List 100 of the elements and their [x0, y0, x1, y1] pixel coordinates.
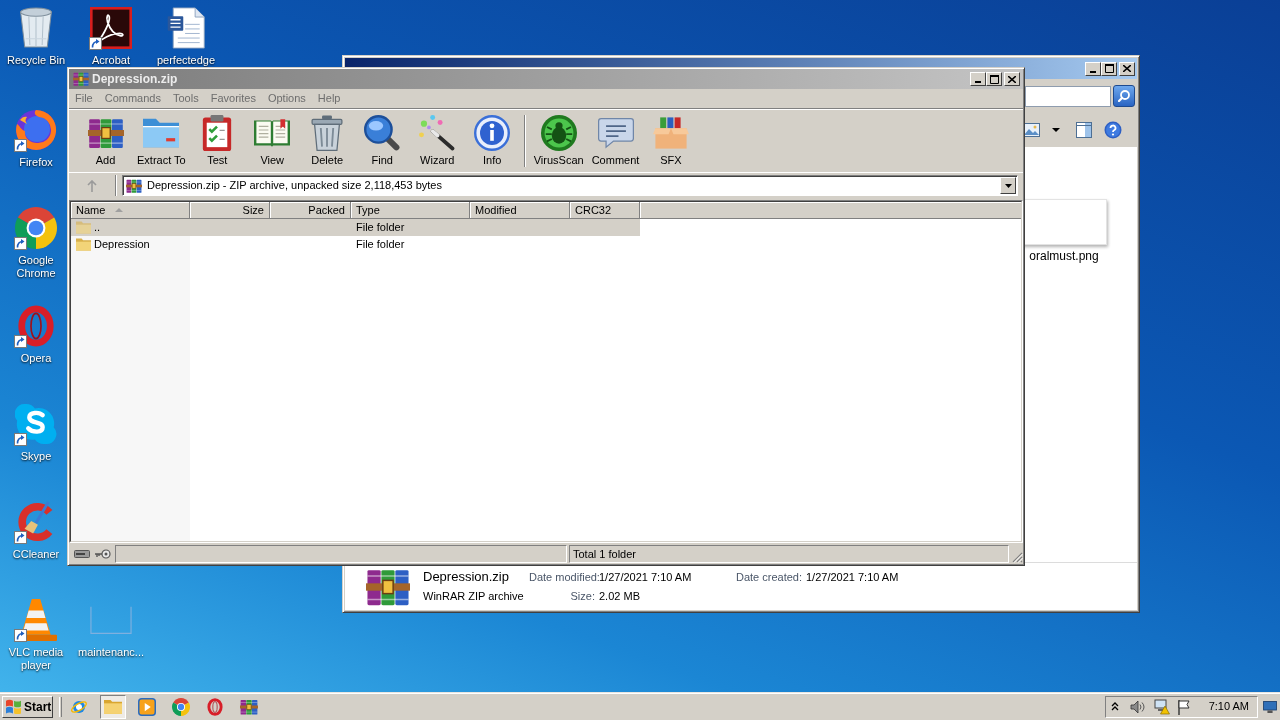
close-button[interactable]: [1004, 72, 1020, 86]
toolbar-button[interactable]: Delete: [299, 110, 355, 170]
toolbar-button[interactable]: SFX: [643, 110, 699, 170]
detail-value: 2.02 MB: [599, 589, 641, 603]
desktop-icon-label[interactable]: Google Chrome: [6, 254, 66, 280]
detail-value: 1/27/2021 7:10 AM: [806, 570, 900, 584]
column-header[interactable]: Name: [71, 202, 190, 219]
resize-grip-icon[interactable]: [1012, 552, 1023, 563]
column-header[interactable]: Type: [351, 202, 470, 219]
ring-icon[interactable]: [15, 305, 57, 347]
minimize-button[interactable]: [970, 72, 986, 86]
info-icon: [474, 115, 511, 151]
column-header[interactable]: Packed: [270, 202, 351, 219]
desktop-icon-label[interactable]: perfectedge: [156, 54, 216, 67]
close-icon: [1123, 65, 1131, 72]
drive-icon: [74, 550, 90, 558]
maximize-icon: [1104, 64, 1114, 73]
toolbar-button[interactable]: Test: [189, 110, 245, 170]
shortcut-arrow-icon: [14, 531, 27, 544]
file-row[interactable]: Depression File folder: [71, 236, 640, 253]
segmented-circle-icon: [172, 697, 190, 716]
up-arrow-icon: [87, 179, 97, 192]
play-icon: [138, 697, 156, 716]
shortcut-arrow-icon: [89, 37, 102, 50]
swoosh-logo-icon[interactable]: [90, 7, 132, 49]
folder-icon: [104, 697, 122, 716]
speech-bubble-icon: [597, 115, 634, 151]
toolbar-button[interactable]: View: [244, 110, 300, 170]
clock[interactable]: 7:10 AM: [1208, 698, 1249, 715]
close-button[interactable]: [1119, 61, 1135, 76]
search-icon: [1118, 90, 1130, 102]
toolbar-button[interactable]: Extract To: [133, 110, 190, 170]
shortcut-arrow-icon: [14, 139, 27, 152]
magic-wand-icon: [419, 115, 456, 151]
minimize-icon: [1090, 70, 1096, 73]
desktop-icon-label[interactable]: Acrobat: [92, 54, 130, 67]
menu-item[interactable]: Tools: [173, 89, 199, 107]
file-name: ..: [94, 220, 101, 236]
minimize-button[interactable]: [1085, 61, 1101, 76]
toolbar-button[interactable]: Info: [464, 110, 520, 170]
menu-item[interactable]: Options: [267, 89, 306, 107]
status-text: Total 1 folder: [569, 545, 1009, 563]
detail-label: Date created:: [736, 570, 802, 584]
search-field[interactable]: [1025, 85, 1111, 107]
book-stack-icon: [126, 178, 142, 193]
file-name: Depression.zip: [423, 569, 510, 585]
column-header[interactable]: CRC32: [570, 202, 640, 219]
maximize-button[interactable]: [1101, 61, 1117, 76]
start-button[interactable]: Start: [2, 695, 53, 718]
document-icon[interactable]: [165, 7, 207, 49]
search-button[interactable]: [1113, 85, 1135, 107]
segmented-circle-icon[interactable]: [15, 207, 57, 249]
book-stack-icon: [366, 567, 410, 606]
menu-item[interactable]: Favorites: [210, 89, 256, 107]
caret-icon[interactable]: [1052, 128, 1060, 132]
desktop-icon-label[interactable]: Opera: [20, 352, 52, 365]
search-icon: [364, 115, 401, 151]
shortcut-arrow-icon: [14, 433, 27, 446]
maximize-button[interactable]: [986, 72, 1002, 86]
flag-logo-icon: [6, 699, 21, 714]
preview-pane-icon[interactable]: [1076, 122, 1092, 138]
bug-icon: [540, 115, 577, 151]
toolbar-button[interactable]: VirusScan: [529, 110, 588, 170]
caret-icon: [1004, 183, 1012, 188]
file-row[interactable]: .. File folder: [71, 219, 640, 236]
trash-can-icon: [309, 115, 346, 151]
folder-icon: [76, 221, 91, 234]
taskbar-button[interactable]: [100, 694, 126, 719]
ring-icon: [206, 697, 224, 716]
cloud-logo-icon[interactable]: [15, 403, 57, 445]
column-header[interactable]: Size: [190, 202, 270, 219]
toolbar-button[interactable]: Find: [354, 110, 410, 170]
address-combo[interactable]: Depression.zip - ZIP archive, unpacked size 2,118,453 bytes: [122, 175, 1018, 196]
folder-icon: [76, 238, 91, 251]
help-icon[interactable]: [1104, 121, 1122, 139]
globe-icon[interactable]: [15, 109, 57, 151]
file-name[interactable]: oralmust.png: [1029, 249, 1099, 263]
chevron-up-icon[interactable]: [1111, 702, 1119, 711]
desktop-icon-label[interactable]: Skype: [20, 450, 52, 463]
column-header[interactable]: Modified: [470, 202, 570, 219]
detail-label: Size:: [569, 589, 595, 603]
box-icon: [652, 115, 689, 151]
dropdown-button[interactable]: [1000, 177, 1016, 194]
window-title: Depression.zip: [92, 71, 178, 88]
flag-icon[interactable]: [1177, 698, 1191, 715]
desktop-icon-label[interactable]: Recycle Bin: [6, 54, 66, 67]
file-type: File folder: [356, 221, 405, 234]
file-type: File folder: [356, 238, 405, 251]
speaker-icon[interactable]: [1130, 699, 1146, 714]
toolbar-button[interactable]: Add: [78, 110, 133, 170]
detail-value: 1/27/2021 7:10 AM: [599, 570, 693, 584]
toolbar-button[interactable]: Wizard: [409, 110, 465, 170]
network-warning-icon[interactable]: [1154, 698, 1170, 715]
sort-arrow-icon: [115, 208, 124, 212]
menu-item[interactable]: Commands: [104, 89, 161, 107]
shortcut-arrow-icon: [14, 335, 27, 348]
desktop-icon-label[interactable]: Firefox: [19, 156, 53, 169]
book-stack-icon: [73, 72, 89, 86]
file-name: Depression: [94, 237, 150, 253]
toolbar-button[interactable]: Comment: [587, 110, 644, 170]
